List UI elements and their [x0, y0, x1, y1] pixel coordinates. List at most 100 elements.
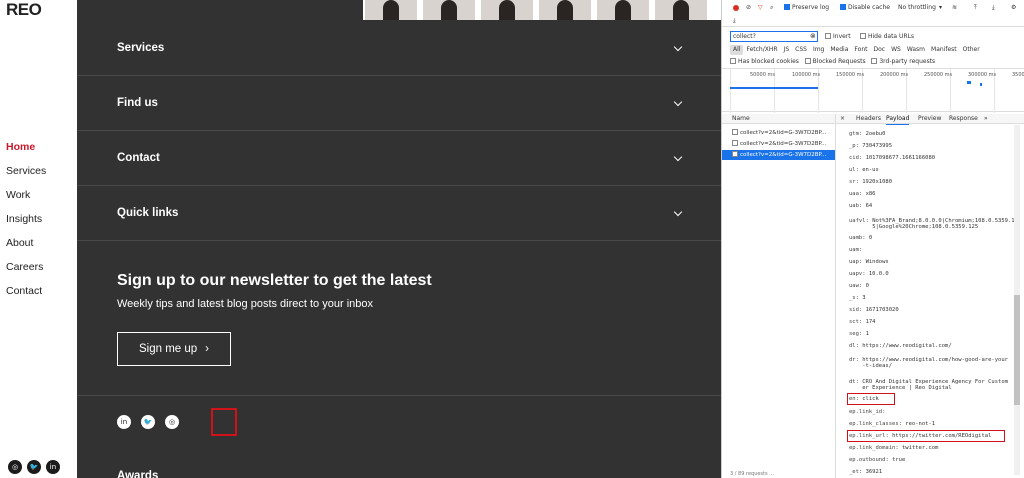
payload-key: gtm: [849, 131, 859, 137]
disable-cache-checkbox[interactable]: Disable cache: [840, 4, 890, 12]
preserve-log-checkbox[interactable]: Preserve log: [784, 4, 829, 12]
requests-column-name[interactable]: Name: [722, 114, 835, 124]
payload-key: uaa: [849, 191, 859, 197]
accordion-services[interactable]: Services: [77, 21, 721, 76]
accordion-title: Find us: [117, 97, 158, 109]
close-icon[interactable]: ×: [840, 114, 845, 124]
type-doc[interactable]: Doc: [870, 45, 888, 55]
accordion-contact[interactable]: Contact: [77, 131, 721, 186]
team-photo: [539, 0, 591, 20]
payload-row: dl: https://www.reodigital.com/: [849, 343, 952, 349]
download-icon[interactable]: ⤓: [733, 17, 736, 25]
payload-key: ul: [849, 167, 856, 173]
resource-type-filter: All Fetch/XHR JS CSS Img Media Font Doc …: [730, 45, 1020, 55]
nav-item-contact[interactable]: Contact: [6, 284, 46, 308]
request-row-selected[interactable]: collect?v=2&tid=G-3W7D2BP...: [722, 150, 835, 160]
request-row[interactable]: collect?v=2&tid=G-3W7D2BP...: [722, 128, 835, 138]
tab-preview[interactable]: Preview: [918, 114, 941, 124]
tab-response[interactable]: Response: [949, 114, 978, 124]
nav-item-careers[interactable]: Careers: [6, 260, 46, 284]
payload-key: ep.outbound: [849, 457, 886, 463]
clear-filter-icon[interactable]: ⊗: [810, 32, 816, 40]
scrollbar-thumb[interactable]: [1014, 295, 1020, 405]
hide-data-urls-checkbox[interactable]: Hide data URLs: [860, 33, 914, 40]
type-fetch-xhr[interactable]: Fetch/XHR: [743, 45, 780, 55]
payload-scrollbar[interactable]: [1014, 125, 1020, 475]
nav-item-work[interactable]: Work: [6, 188, 46, 212]
tab-payload[interactable]: Payload: [886, 114, 910, 125]
team-photo: [423, 0, 475, 20]
status-bar: 3 / 89 requests ...: [730, 471, 774, 477]
type-js[interactable]: JS: [781, 45, 793, 55]
accordion-quick-links[interactable]: Quick links: [77, 186, 721, 241]
import-icon[interactable]: ⤒: [974, 4, 977, 12]
invert-checkbox[interactable]: Invert: [825, 33, 851, 40]
request-row[interactable]: collect?v=2&tid=G-3W7D2BP...: [722, 139, 835, 149]
type-img[interactable]: Img: [810, 45, 827, 55]
payload-key: uamb: [849, 235, 863, 241]
payload-row: cid: 1017098677.1661166080: [849, 155, 936, 161]
type-wasm[interactable]: Wasm: [904, 45, 928, 55]
instagram-icon[interactable]: ◎: [165, 415, 179, 429]
chevron-down-icon[interactable]: ▾: [939, 4, 942, 12]
third-party-checkbox[interactable]: 3rd-party requests: [871, 58, 935, 65]
export-icon[interactable]: ⤓: [992, 4, 995, 12]
type-manifest[interactable]: Manifest: [928, 45, 960, 55]
payload-value: 730473995: [862, 143, 893, 149]
payload-key: ep.link_classes: [849, 421, 899, 427]
linkedin-icon[interactable]: in: [46, 460, 60, 474]
type-font[interactable]: Font: [851, 45, 870, 55]
payload-value: 10.0.0: [868, 271, 889, 277]
instagram-icon[interactable]: ◎: [8, 460, 22, 474]
type-all[interactable]: All: [730, 45, 744, 55]
throttling-select[interactable]: No throttling: [898, 4, 936, 12]
tab-headers[interactable]: Headers: [856, 114, 881, 124]
more-tabs-icon[interactable]: »: [984, 114, 988, 124]
type-media[interactable]: Media: [827, 45, 851, 55]
payload-row: ep.link_domain: twitter.com: [849, 445, 939, 451]
payload-value: 1: [865, 331, 869, 337]
chevron-down-icon: [673, 152, 683, 162]
type-css[interactable]: CSS: [792, 45, 810, 55]
timeline-bar: [730, 87, 818, 89]
nav-item-about[interactable]: About: [6, 236, 46, 260]
payload-value: 0: [865, 283, 869, 289]
sign-me-up-button[interactable]: Sign me up ›: [117, 332, 231, 366]
clear-icon[interactable]: ⊘: [746, 4, 751, 12]
payload-row: uap: Windows: [849, 259, 889, 265]
chevron-right-icon: ›: [205, 343, 210, 355]
linkedin-icon[interactable]: in: [117, 415, 131, 429]
nav-item-services[interactable]: Services: [6, 164, 46, 188]
footer-divider: [77, 395, 721, 396]
settings-gear-icon[interactable]: ⚙: [1011, 4, 1016, 12]
payload-key: _s: [849, 295, 856, 301]
timeline-label: 3500: [1012, 72, 1024, 78]
twitter-icon[interactable]: 🐦: [27, 460, 41, 474]
search-icon[interactable]: ⌕: [770, 4, 773, 12]
type-other[interactable]: Other: [960, 45, 983, 55]
type-ws[interactable]: WS: [888, 45, 904, 55]
blocked-requests-checkbox[interactable]: Blocked Requests: [804, 58, 866, 65]
payload-row: seg: 1: [849, 331, 869, 337]
site-logo[interactable]: REO: [6, 0, 42, 20]
blocked-cookies-checkbox[interactable]: Has blocked cookies: [730, 58, 799, 65]
nav-item-home[interactable]: Home: [6, 140, 46, 164]
accordion-find-us[interactable]: Find us: [77, 76, 721, 131]
network-timeline[interactable]: 50000 ms 100000 ms 150000 ms 200000 ms 2…: [722, 68, 1024, 113]
newsletter-subtitle: Weekly tips and latest blog posts direct…: [117, 298, 373, 310]
payload-value: CRO And Digital Experience Agency For Cu…: [862, 379, 1008, 391]
filter-input[interactable]: collect?: [730, 31, 818, 42]
devtools-toolbar: ⊘ ▽ ⌕ Preserve log Disable cache No thro…: [722, 0, 1024, 27]
payload-row: sr: 1920x1080: [849, 179, 893, 185]
wifi-icon[interactable]: ≋: [952, 4, 957, 12]
payload-key: dr: [849, 357, 856, 363]
twitter-icon[interactable]: 🐦: [141, 415, 155, 429]
timeline-label: 100000 ms: [792, 72, 821, 78]
team-photo-strip: [363, 0, 721, 20]
payload-row: uaa: x86: [849, 191, 876, 197]
payload-value: 174: [865, 319, 876, 325]
filter-icon[interactable]: ▽: [758, 4, 763, 12]
record-icon[interactable]: [733, 5, 739, 11]
nav-item-insights[interactable]: Insights: [6, 212, 46, 236]
payload-value: x86: [865, 191, 876, 197]
